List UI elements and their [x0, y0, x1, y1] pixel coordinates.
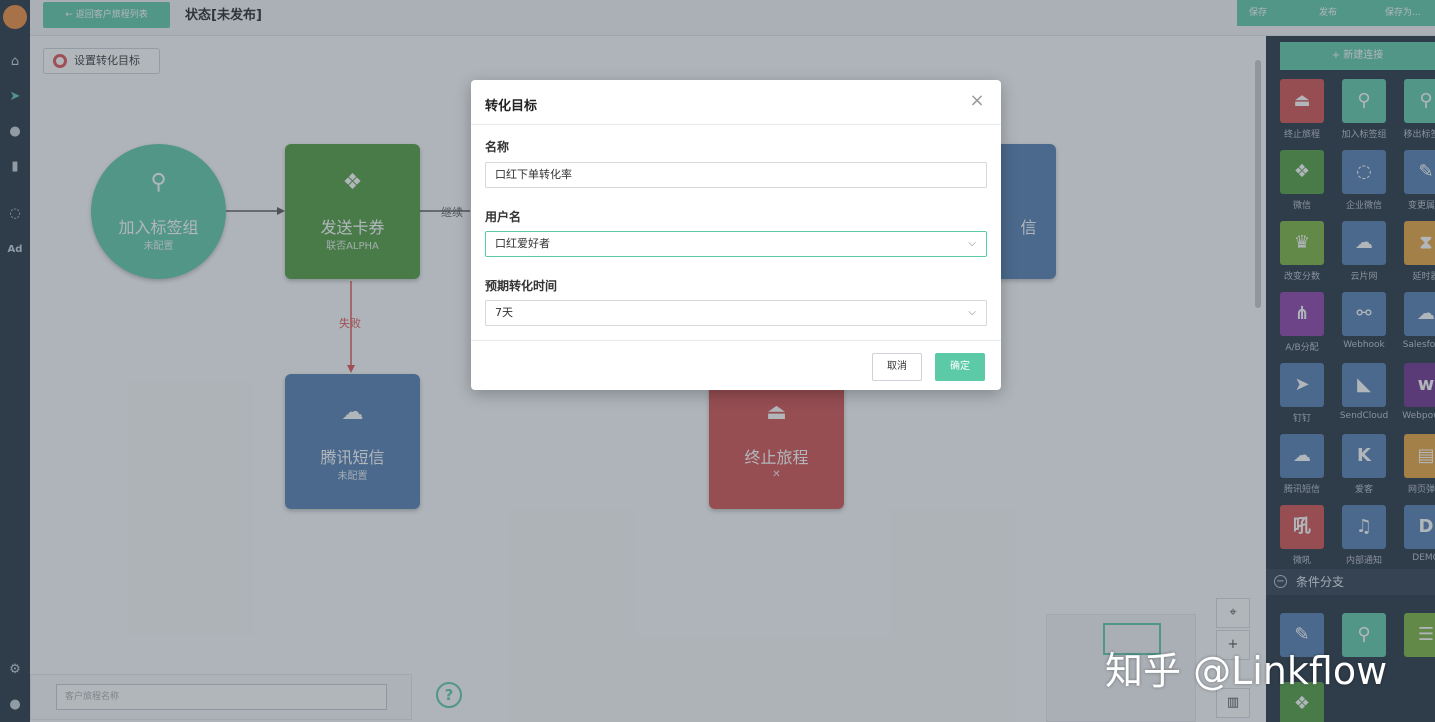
dialog-header: 转化目标 × [471, 80, 1001, 125]
dialog-footer: 取消 确定 [471, 340, 1001, 390]
expected-time-value: 7天 [495, 306, 513, 319]
name-input[interactable]: 口红下单转化率 [485, 162, 987, 188]
chevron-down-icon: ⌵ [968, 307, 976, 318]
conversion-goal-dialog: 转化目标 × 名称 口红下单转化率 用户名 口红爱好者 ⌵ 预期转化时间 7天 … [471, 80, 1001, 390]
chevron-down-icon: ⌵ [968, 238, 976, 249]
cancel-button[interactable]: 取消 [872, 353, 922, 381]
watermark: 知乎 @Linkflow [1105, 649, 1388, 693]
dialog-title: 转化目标 [485, 99, 538, 114]
username-select[interactable]: 口红爱好者 ⌵ [485, 231, 987, 257]
expected-time-label: 预期转化时间 [485, 279, 558, 293]
expected-time-select[interactable]: 7天 ⌵ [485, 300, 987, 326]
username-label: 用户名 [485, 210, 522, 224]
confirm-button[interactable]: 确定 [935, 353, 985, 381]
username-value: 口红爱好者 [495, 237, 550, 250]
app-window: ⌂ ➤ ● ▮ ◌ Ad ⚙ ● ← 返回客户旅程列表 状态[未发布] 保存 发… [0, 0, 1435, 722]
name-label: 名称 [485, 140, 510, 154]
close-icon[interactable]: × [967, 90, 987, 111]
